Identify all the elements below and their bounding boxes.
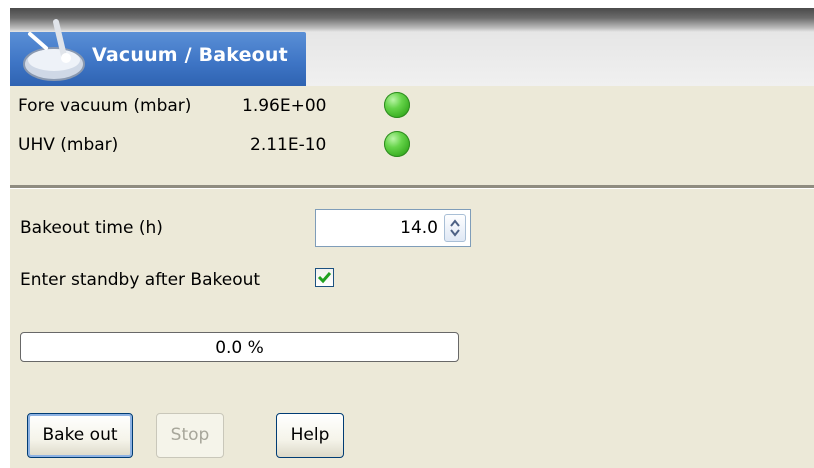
green-led-icon	[384, 92, 410, 118]
top-strip	[0, 0, 814, 8]
bakeout-progress-bar: 0.0 %	[20, 332, 459, 362]
standby-checkbox[interactable]	[315, 268, 334, 287]
checkmark-icon	[317, 272, 332, 284]
separator	[10, 185, 814, 189]
up-down-arrows-icon[interactable]	[445, 215, 465, 241]
uhv-value: 2.11E-10	[250, 135, 327, 155]
standby-label: Enter standby after Bakeout	[20, 270, 261, 290]
vacuum-bakeout-panel: Fore vacuum (mbar) 1.96E+00 UHV (mbar) 2…	[10, 86, 814, 468]
bakeout-time-value[interactable]: 14.0	[400, 218, 438, 238]
window-title: Vacuum / Bakeout	[92, 44, 288, 66]
bakeout-time-spinner[interactable]: 14.0	[315, 209, 471, 247]
green-led-icon	[384, 131, 410, 157]
help-button[interactable]: Help	[276, 413, 344, 458]
bakeout-time-label: Bakeout time (h)	[20, 218, 163, 238]
spinner-buttons[interactable]	[444, 214, 466, 242]
bakeout-app-icon	[23, 19, 85, 81]
stop-button[interactable]: Stop	[156, 413, 224, 458]
fore-vacuum-label: Fore vacuum (mbar)	[18, 96, 192, 116]
uhv-label: UHV (mbar)	[18, 135, 119, 155]
fore-vacuum-value: 1.96E+00	[242, 96, 327, 116]
bake-out-button[interactable]: Bake out	[27, 413, 133, 458]
progress-text: 0.0 %	[215, 338, 264, 358]
window-titlebar: Vacuum / Bakeout	[10, 8, 814, 86]
